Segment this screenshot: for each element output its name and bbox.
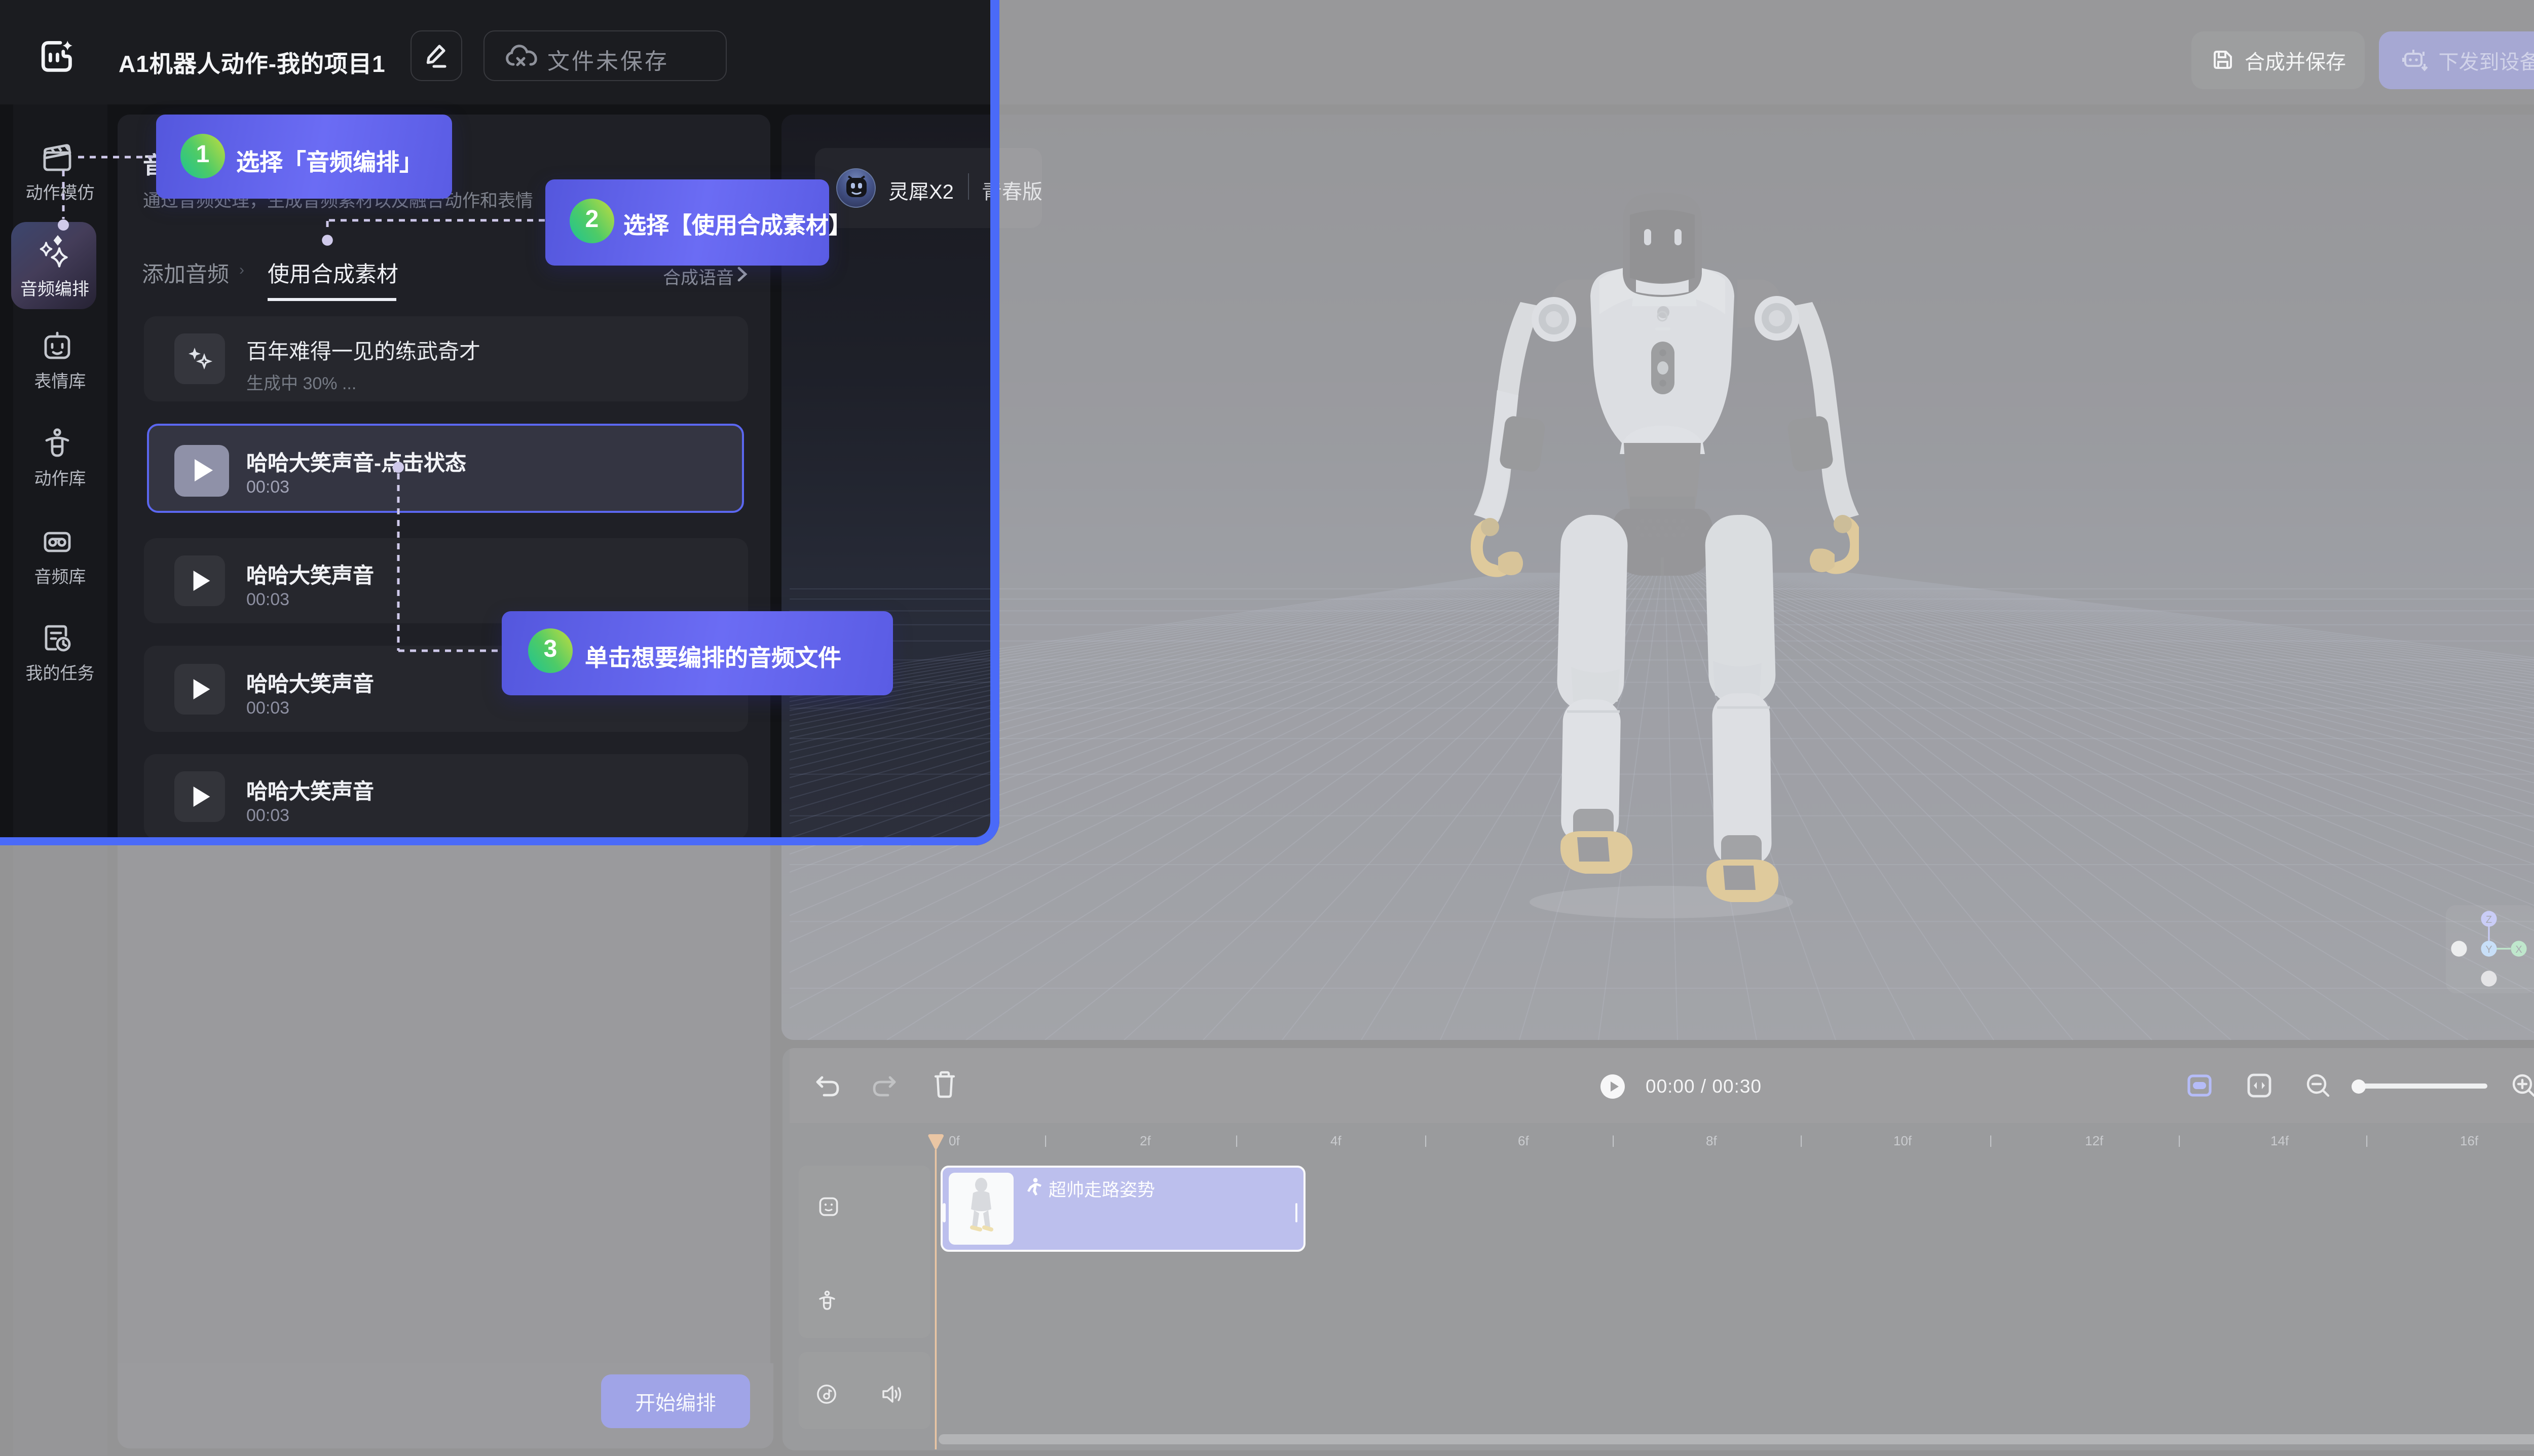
svg-text:Z: Z (2486, 914, 2492, 925)
svg-text:Y: Y (2485, 944, 2492, 955)
svg-text:X: X (2515, 944, 2522, 955)
